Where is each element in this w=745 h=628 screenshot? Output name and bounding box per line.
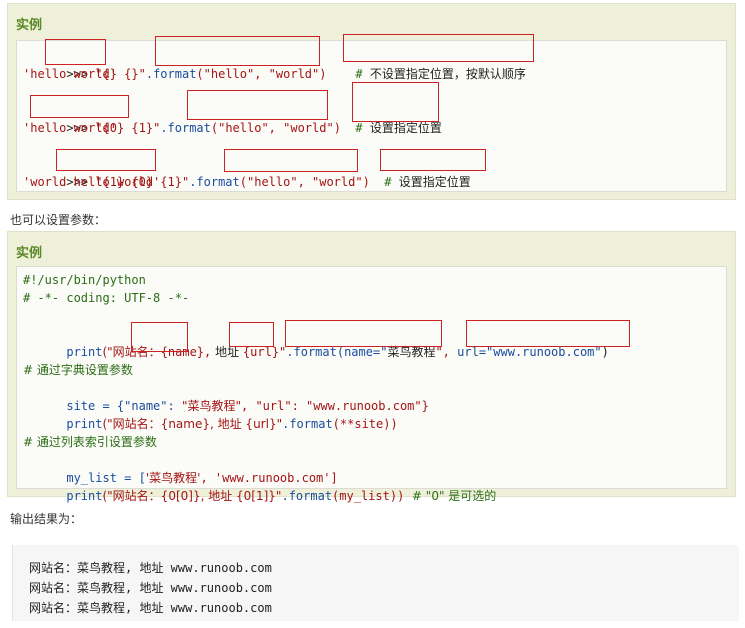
code-line: my_list = ['菜鸟教程', 'www.runoob.com'] — [23, 451, 337, 485]
string-literal: ("网站名：{name}, 地址 {url}" — [102, 417, 283, 431]
paragraph-text: 也可以设置参数： — [10, 213, 107, 227]
placeholder-url: {url} — [242, 345, 280, 359]
coding-line: # -*- coding: UTF-8 -*- — [23, 291, 190, 305]
highlight-box — [56, 149, 156, 171]
comment-text: 设置指定位置 — [398, 175, 471, 189]
paren: ) — [601, 345, 609, 359]
arguments: (my_list)) — [332, 489, 405, 503]
keyword: print — [66, 417, 103, 431]
highlight-box — [343, 34, 534, 62]
code-output: 'hello world' — [23, 67, 117, 81]
arguments: ("hello", "world") — [196, 67, 327, 81]
comment-hash: # — [384, 175, 399, 189]
code-output: 'world hello world' — [23, 175, 161, 189]
highlight-box — [131, 322, 188, 352]
paragraph-text: 输出结果为： — [10, 512, 83, 526]
format-call: .format — [282, 417, 333, 431]
example-box-2: 实例 #!/usr/bin/python # -*- coding: UTF-8… — [7, 231, 736, 503]
output-block: 网站名：菜鸟教程, 地址 www.runoob.com 网站名：菜鸟教程, 地址… — [12, 545, 739, 621]
highlight-box — [30, 95, 129, 118]
comment-text: 设置指定位置 — [369, 121, 442, 135]
keyword: print — [66, 489, 103, 503]
string-literal: 地址 — [211, 345, 243, 359]
comment-line: # 通过列表索引设置参数 — [23, 435, 157, 449]
brand-text: 菜鸟教程 — [387, 345, 436, 359]
code-line: print("网站名：{0[0]}, 地址 {0[1]}".format(my_… — [23, 469, 496, 503]
string-literal: ("网站名：{0[0]}, 地址 {0[1]}" — [102, 489, 282, 503]
comment-line: # 通过字典设置参数 — [23, 363, 133, 377]
comment-hash: # — [355, 67, 370, 81]
highlight-box — [380, 149, 486, 171]
highlight-box — [352, 82, 439, 122]
keyword: print — [66, 345, 103, 359]
url-kwarg: url="www.runoob.com" — [457, 345, 602, 359]
highlight-box — [224, 149, 358, 172]
format-call: .format(name=" — [286, 345, 388, 359]
method-name: .format — [160, 121, 211, 135]
code-block: #!/usr/bin/python # -*- coding: UTF-8 -*… — [16, 266, 727, 503]
output-line: 网站名：菜鸟教程, 地址 www.runoob.com — [29, 601, 272, 615]
example-title: 实例 — [16, 18, 43, 33]
code-output: 'hello world' — [23, 121, 117, 135]
highlight-box — [155, 36, 320, 66]
highlight-box — [285, 320, 442, 347]
shebang-line: #!/usr/bin/python — [23, 273, 146, 287]
highlight-box — [45, 39, 106, 65]
format-call: .format — [281, 489, 333, 503]
quote: ", — [435, 345, 450, 359]
method-name: .format — [145, 67, 197, 81]
output-line: 网站名：菜鸟教程, 地址 www.runoob.com — [29, 561, 272, 575]
highlight-box — [229, 322, 274, 347]
arguments: ("hello", "world") — [239, 175, 370, 189]
example-title: 实例 — [16, 246, 43, 261]
code-line: print("网站名：{name}, 地址 {url}".format(**si… — [23, 397, 397, 431]
comment-hash: # — [355, 121, 370, 135]
code-line: site = {"name": "菜鸟教程", "url": "www.runo… — [23, 379, 428, 413]
comment-text: # "0" 是可选的 — [404, 489, 497, 503]
comment-text: 不设置指定位置，按默认顺序 — [369, 67, 526, 81]
arguments: ("hello", "world") — [210, 121, 341, 135]
arguments: (**site)) — [332, 417, 398, 431]
method-name: .format — [189, 175, 240, 189]
highlight-box — [466, 320, 630, 347]
highlight-box — [187, 90, 328, 120]
output-line: 网站名：菜鸟教程, 地址 www.runoob.com — [29, 581, 272, 595]
